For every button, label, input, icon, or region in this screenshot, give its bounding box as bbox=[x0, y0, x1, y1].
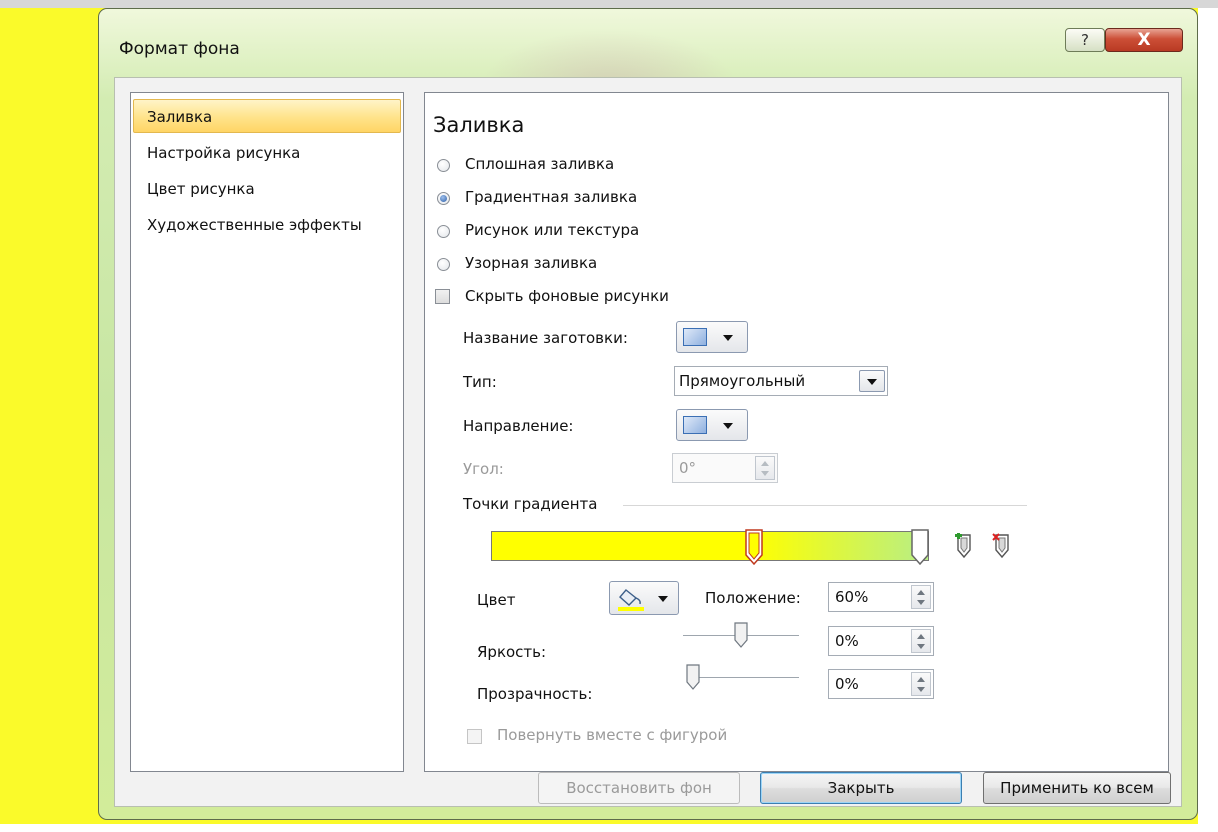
radio-pattern-fill[interactable] bbox=[437, 258, 450, 271]
position-label: Положение: bbox=[705, 589, 801, 607]
angle-label: Угол: bbox=[463, 460, 504, 478]
spin-up-icon bbox=[917, 677, 925, 682]
brightness-slider-thumb[interactable] bbox=[734, 622, 748, 648]
slider-thumb-icon bbox=[734, 622, 748, 648]
direction-dropdown[interactable] bbox=[676, 409, 748, 441]
remove-stop-icon bbox=[992, 533, 1009, 559]
nav-item-label: Заливка bbox=[147, 108, 213, 126]
brightness-spinner[interactable]: 0% bbox=[828, 626, 934, 656]
spin-down-icon bbox=[917, 687, 925, 692]
add-gradient-stop-button[interactable] bbox=[953, 532, 975, 559]
color-picker-button[interactable] bbox=[609, 581, 679, 615]
preset-dropdown[interactable] bbox=[676, 321, 748, 353]
slider-thumb-icon bbox=[686, 664, 700, 690]
brightness-spin-buttons[interactable] bbox=[911, 629, 931, 653]
transparency-value[interactable]: 0% bbox=[835, 675, 859, 693]
rotate-with-shape-checkbox[interactable] bbox=[467, 729, 482, 744]
screen-top-strip bbox=[0, 0, 1218, 8]
spin-up-icon bbox=[917, 634, 925, 639]
radio-solid-fill[interactable] bbox=[437, 159, 450, 172]
add-stop-icon bbox=[955, 532, 971, 559]
close-icon: X bbox=[1137, 30, 1151, 50]
gradient-stops-label: Точки градиента bbox=[463, 495, 598, 513]
apply-to-all-button[interactable]: Применить ко всем bbox=[983, 772, 1171, 804]
radio-picture-fill-label[interactable]: Рисунок или текстура bbox=[465, 221, 639, 239]
hide-background-checkbox[interactable] bbox=[435, 289, 450, 304]
radio-solid-fill-label[interactable]: Сплошная заливка bbox=[465, 155, 614, 173]
direction-label: Направление: bbox=[463, 417, 574, 435]
nav-item-label: Художественные эффекты bbox=[147, 216, 362, 234]
nav-item-label: Настройка рисунка bbox=[147, 144, 301, 162]
transparency-label: Прозрачность: bbox=[477, 685, 593, 703]
transparency-spinner[interactable]: 0% bbox=[828, 669, 934, 699]
nav-item-fill[interactable]: Заливка bbox=[133, 99, 401, 133]
angle-value: 0° bbox=[679, 459, 697, 477]
type-select[interactable]: Прямоугольный bbox=[674, 366, 888, 396]
paint-bucket-icon bbox=[618, 589, 644, 611]
help-button[interactable]: ? bbox=[1065, 28, 1105, 52]
category-list: Заливка Настройка рисунка Цвет рисунка Х… bbox=[130, 92, 404, 772]
help-icon: ? bbox=[1081, 31, 1089, 49]
transparency-spin-buttons[interactable] bbox=[911, 672, 931, 696]
close-button[interactable]: Закрыть bbox=[760, 772, 962, 804]
section-title: Заливка bbox=[433, 113, 525, 137]
preset-label: Название заготовки: bbox=[463, 329, 628, 347]
chevron-down-icon bbox=[867, 379, 877, 385]
type-label: Тип: bbox=[463, 373, 497, 391]
gradient-swatch-icon bbox=[683, 416, 707, 434]
position-spinner[interactable]: 60% bbox=[828, 582, 934, 612]
gradient-bar[interactable] bbox=[491, 531, 929, 561]
brightness-label: Яркость: bbox=[477, 643, 547, 661]
nav-item-picture-color[interactable]: Цвет рисунка bbox=[133, 171, 401, 205]
dialog-title: Формат фона bbox=[119, 39, 240, 59]
hide-background-label[interactable]: Скрыть фоновые рисунки bbox=[465, 287, 669, 305]
rotate-with-shape-label: Повернуть вместе с фигурой bbox=[497, 726, 728, 744]
spin-down-icon bbox=[761, 471, 769, 476]
gradient-swatch-icon bbox=[683, 328, 707, 346]
type-select-button[interactable] bbox=[859, 370, 885, 392]
chevron-down-icon bbox=[723, 423, 733, 429]
gradient-stop[interactable] bbox=[911, 529, 929, 565]
angle-spin-buttons[interactable] bbox=[755, 456, 775, 480]
angle-spinner[interactable]: 0° bbox=[672, 453, 778, 483]
nav-item-artistic-effects[interactable]: Художественные эффекты bbox=[133, 207, 401, 241]
reset-background-button[interactable]: Восстановить фон bbox=[538, 772, 740, 804]
radio-gradient-fill[interactable] bbox=[437, 192, 450, 205]
chevron-down-icon bbox=[658, 596, 668, 602]
brightness-value[interactable]: 0% bbox=[835, 632, 859, 650]
spin-up-icon bbox=[917, 590, 925, 595]
radio-gradient-fill-label[interactable]: Градиентная заливка bbox=[465, 188, 637, 206]
radio-pattern-fill-label[interactable]: Узорная заливка bbox=[465, 254, 597, 272]
type-select-value: Прямоугольный bbox=[679, 372, 806, 390]
gradient-stop-selected[interactable] bbox=[745, 529, 763, 565]
nav-item-label: Цвет рисунка bbox=[147, 180, 255, 198]
chevron-down-icon bbox=[723, 335, 733, 341]
spin-down-icon bbox=[917, 644, 925, 649]
transparency-slider-track[interactable] bbox=[693, 677, 799, 679]
fill-settings-pane: Заливка Сплошная заливка Градиентная зал… bbox=[424, 92, 1169, 772]
close-window-button[interactable]: X bbox=[1105, 28, 1183, 52]
spin-up-icon bbox=[761, 461, 769, 466]
group-separator bbox=[623, 505, 1027, 506]
position-spin-buttons[interactable] bbox=[911, 585, 931, 609]
radio-picture-fill[interactable] bbox=[437, 225, 450, 238]
remove-gradient-stop-button[interactable] bbox=[991, 533, 1013, 559]
format-background-dialog: Формат фона ? X Заливка Настройка рисунк… bbox=[98, 8, 1198, 820]
nav-item-picture-settings[interactable]: Настройка рисунка bbox=[133, 135, 401, 169]
dialog-body: Заливка Настройка рисунка Цвет рисунка Х… bbox=[114, 77, 1182, 807]
screen-right-edge bbox=[1198, 8, 1218, 832]
spin-down-icon bbox=[917, 600, 925, 605]
screen-bottom-edge bbox=[0, 824, 1218, 832]
position-value[interactable]: 60% bbox=[835, 588, 868, 606]
transparency-slider-thumb[interactable] bbox=[686, 664, 700, 690]
color-label: Цвет bbox=[477, 591, 516, 609]
